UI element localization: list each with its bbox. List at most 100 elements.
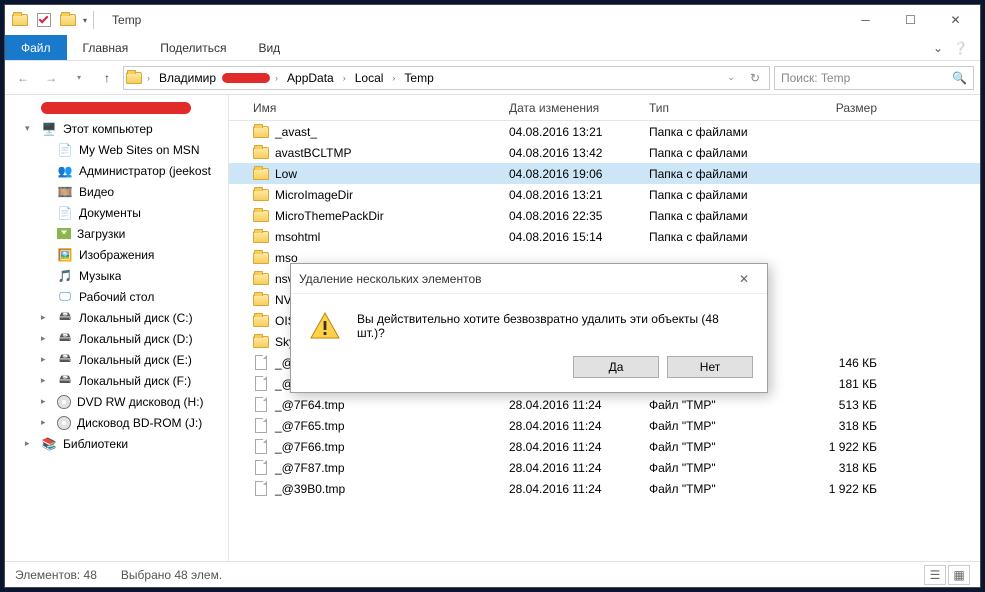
- explorer-window: ▾ Temp ─ ☐ ✕ Файл Главная Поделиться Вид…: [4, 4, 981, 588]
- no-button[interactable]: Нет: [667, 356, 753, 378]
- col-type[interactable]: Тип: [649, 101, 807, 115]
- expand-icon[interactable]: ▸: [41, 417, 51, 428]
- list-item[interactable]: _avast_ 04.08.2016 13:21Папка с файлами: [229, 121, 980, 142]
- refresh-button[interactable]: ↻: [743, 66, 767, 90]
- sidebar-item-label: Документы: [79, 206, 141, 220]
- sidebar-item[interactable]: 🖵Рабочий стол: [5, 286, 228, 307]
- file-type: Папка с файлами: [649, 209, 807, 223]
- view-details-button[interactable]: ☰: [924, 565, 946, 585]
- view-large-button[interactable]: ▦: [948, 565, 970, 585]
- chevron-right-icon[interactable]: ›: [272, 73, 281, 83]
- sidebar-item[interactable]: 🖼️Изображения: [5, 244, 228, 265]
- sidebar-item[interactable]: 📄Документы: [5, 202, 228, 223]
- sidebar-item-label: Локальный диск (D:): [79, 332, 193, 346]
- close-button[interactable]: ✕: [933, 6, 978, 34]
- expand-icon[interactable]: ▸: [41, 312, 51, 323]
- sidebar-item[interactable]: 👥Администратор (jeekost: [5, 160, 228, 181]
- list-item[interactable]: MicroThemePackDir04.08.2016 22:35Папка с…: [229, 205, 980, 226]
- col-date[interactable]: Дата изменения: [509, 101, 649, 115]
- folder-icon: [253, 271, 269, 287]
- chevron-right-icon[interactable]: ›: [340, 73, 349, 83]
- list-item[interactable]: _@7F66.tmp28.04.2016 11:24Файл "TMP"1 92…: [229, 436, 980, 457]
- file-type: Файл "TMP": [649, 461, 807, 475]
- file-date: 04.08.2016 13:21: [509, 125, 649, 139]
- search-input[interactable]: Поиск: Temp 🔍: [774, 66, 974, 90]
- forward-button[interactable]: →: [39, 66, 63, 90]
- search-icon[interactable]: 🔍: [952, 71, 967, 85]
- sidebar-item[interactable]: 🎵Музыка: [5, 265, 228, 286]
- expand-icon[interactable]: ▸: [41, 354, 51, 365]
- history-dropdown[interactable]: ▾: [67, 66, 91, 90]
- list-item[interactable]: _@7F65.tmp28.04.2016 11:24Файл "TMP"318 …: [229, 415, 980, 436]
- breadcrumb-segment[interactable]: Local: [351, 67, 388, 89]
- sidebar-item[interactable]: ▾🖥️Этот компьютер: [5, 118, 228, 139]
- breadcrumb-segment[interactable]: Владимир: [155, 67, 220, 89]
- list-item[interactable]: msohtml04.08.2016 15:14Папка с файлами: [229, 226, 980, 247]
- list-item[interactable]: avastBCLTMP04.08.2016 13:42Папка с файла…: [229, 142, 980, 163]
- sidebar-item[interactable]: Загрузки: [5, 223, 228, 244]
- file-name: msohtml: [275, 230, 320, 244]
- sidebar-item-label: Изображения: [79, 248, 154, 262]
- expand-icon[interactable]: ▸: [41, 333, 51, 344]
- sidebar-item-label: DVD RW дисковод (H:): [77, 395, 204, 409]
- sidebar-item[interactable]: ▸📚Библиотеки: [5, 433, 228, 454]
- col-size[interactable]: Размер: [807, 101, 897, 115]
- expand-icon[interactable]: ▸: [41, 396, 51, 407]
- breadcrumb-segment[interactable]: AppData: [283, 67, 338, 89]
- redacted-segment: [222, 73, 270, 83]
- minimize-button[interactable]: ─: [843, 6, 888, 34]
- sidebar-item[interactable]: ▸Дисковод BD-ROM (J:): [5, 412, 228, 433]
- list-item[interactable]: _@39B0.tmp28.04.2016 11:24Файл "TMP"1 92…: [229, 478, 980, 499]
- folder-icon: [253, 250, 269, 266]
- sidebar-item[interactable]: [5, 97, 228, 118]
- sidebar-item-label: Этот компьютер: [63, 122, 153, 136]
- sidebar-item-label: Загрузки: [77, 227, 125, 241]
- expand-icon[interactable]: ▸: [25, 438, 35, 449]
- file-date: 04.08.2016 13:42: [509, 146, 649, 160]
- breadcrumb-segment[interactable]: Temp: [400, 67, 437, 89]
- nav-row: ← → ▾ ↑ › Владимир › AppData › Local › T…: [5, 61, 980, 95]
- list-item[interactable]: _@7F87.tmp28.04.2016 11:24Файл "TMP"318 …: [229, 457, 980, 478]
- sidebar-item[interactable]: ▸🖴Локальный диск (D:): [5, 328, 228, 349]
- chevron-right-icon[interactable]: ›: [389, 73, 398, 83]
- sidebar-item[interactable]: 📄My Web Sites on MSN: [5, 139, 228, 160]
- maximize-button[interactable]: ☐: [888, 6, 933, 34]
- sidebar-item[interactable]: ▸🖴Локальный диск (E:): [5, 349, 228, 370]
- back-button[interactable]: ←: [11, 66, 35, 90]
- list-item[interactable]: _@7F64.tmp28.04.2016 11:24Файл "TMP"513 …: [229, 394, 980, 415]
- address-dropdown-icon[interactable]: ⌄: [719, 66, 743, 90]
- expand-icon[interactable]: ▸: [41, 375, 51, 386]
- tab-home[interactable]: Главная: [67, 35, 145, 60]
- expand-icon[interactable]: ▾: [25, 123, 35, 134]
- sidebar-item[interactable]: ▸🖴Локальный диск (C:): [5, 307, 228, 328]
- list-item[interactable]: Low04.08.2016 19:06Папка с файлами: [229, 163, 980, 184]
- sidebar-item[interactable]: ▸🖴Локальный диск (F:): [5, 370, 228, 391]
- properties-checkbox-icon[interactable]: [35, 11, 53, 29]
- chevron-right-icon[interactable]: ›: [144, 73, 153, 83]
- file-icon: [253, 376, 269, 392]
- up-button[interactable]: ↑: [95, 66, 119, 90]
- qat-dropdown-icon[interactable]: ▾: [83, 16, 87, 25]
- col-name[interactable]: Имя: [229, 101, 509, 115]
- sidebar-item[interactable]: 🎞️Видео: [5, 181, 228, 202]
- dialog-close-button[interactable]: ✕: [729, 272, 759, 286]
- folder-icon: [253, 166, 269, 182]
- address-bar[interactable]: › Владимир › AppData › Local › Temp ⌄ ↻: [123, 66, 770, 90]
- folder-icon[interactable]: [59, 11, 77, 29]
- file-name: Low: [275, 167, 297, 181]
- file-name: _avast_: [275, 125, 317, 139]
- tab-share[interactable]: Поделиться: [144, 35, 242, 60]
- sidebar-item[interactable]: ▸ DVD RW дисковод (H:): [5, 391, 228, 412]
- list-item[interactable]: MicroImageDir04.08.2016 13:21Папка с фай…: [229, 184, 980, 205]
- ribbon-expand-icon[interactable]: ⌄ ❔: [921, 35, 980, 60]
- tab-file[interactable]: Файл: [5, 35, 67, 60]
- file-icon: [253, 355, 269, 371]
- titlebar[interactable]: ▾ Temp ─ ☐ ✕: [5, 5, 980, 35]
- navigation-pane[interactable]: ▾🖥️Этот компьютер📄My Web Sites on MSN👥Ад…: [5, 95, 229, 561]
- column-headers[interactable]: Имя Дата изменения Тип Размер: [229, 95, 980, 121]
- file-type: Файл "TMP": [649, 482, 807, 496]
- file-type: Папка с файлами: [649, 125, 807, 139]
- yes-button[interactable]: Да: [573, 356, 659, 378]
- file-size: 181 КБ: [807, 377, 897, 391]
- tab-view[interactable]: Вид: [242, 35, 296, 60]
